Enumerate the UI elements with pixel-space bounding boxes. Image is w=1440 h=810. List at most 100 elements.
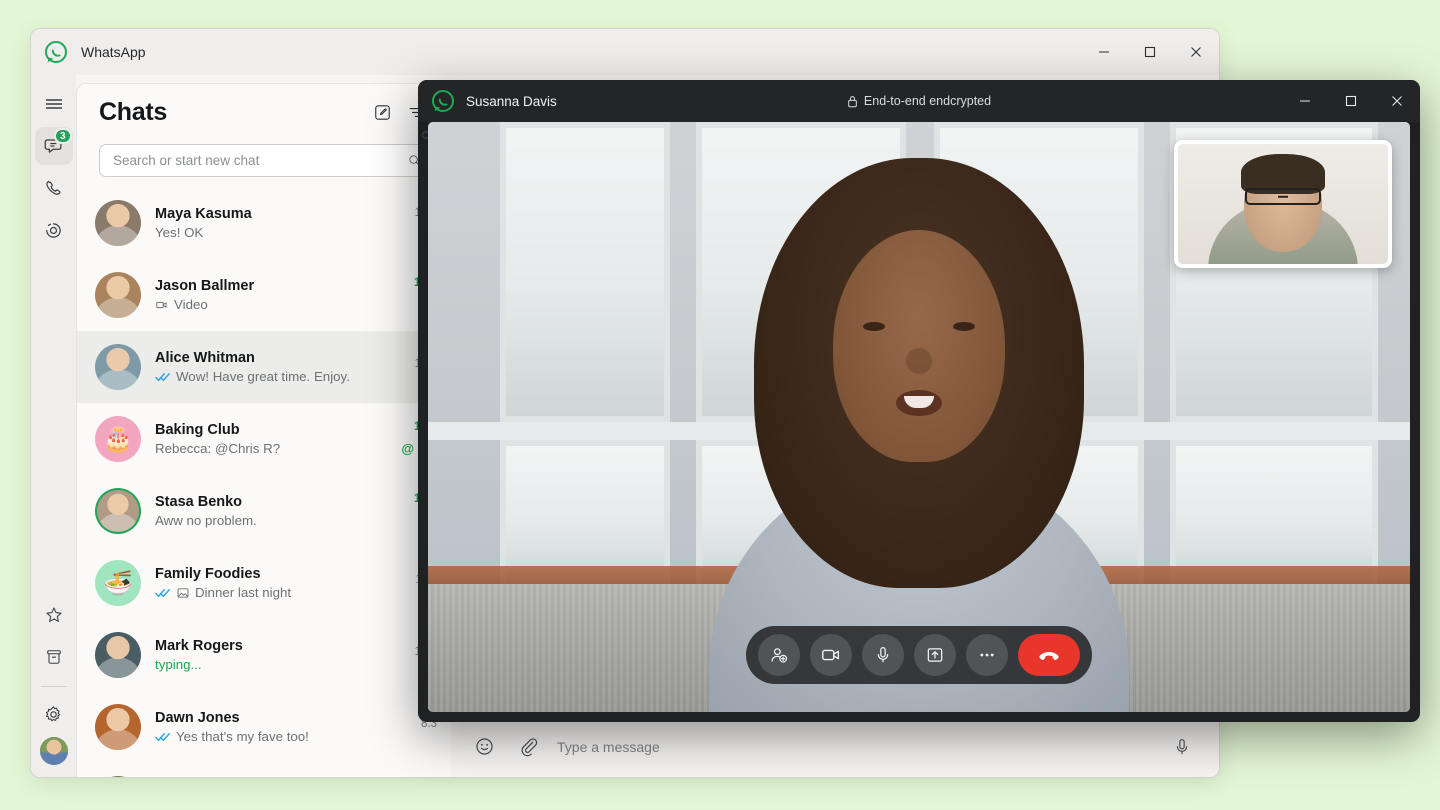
- sidebar-item-status[interactable]: [35, 211, 73, 249]
- chat-item-name: Family Foodies: [155, 566, 261, 582]
- call-contact-name: Susanna Davis: [466, 93, 557, 109]
- chat-item-text: Family Foodies Dinner last night: [155, 566, 389, 600]
- call-window-controls: [1282, 80, 1420, 122]
- chat-list-item[interactable]: Alice Whitman Wow! Have great time. Enjoy…: [77, 331, 451, 403]
- chat-item-name: Mark Rogers: [155, 638, 243, 654]
- self-video-preview[interactable]: [1174, 140, 1392, 268]
- close-icon[interactable]: [1173, 29, 1219, 75]
- chat-item-name: Dawn Jones: [155, 710, 240, 726]
- chat-item-preview: Rebecca: @Chris R?: [155, 441, 389, 456]
- starred-icon[interactable]: [35, 596, 73, 634]
- maximize-icon[interactable]: [1328, 80, 1374, 122]
- chat-list-item[interactable]: Ziggy Woodley9:43: [77, 763, 451, 777]
- chat-item-name: Baking Club: [155, 422, 240, 438]
- read-receipt-icon: [155, 371, 171, 383]
- chat-item-message: Yes! OK: [155, 225, 204, 240]
- chat-item-message: Rebecca: @Chris R?: [155, 441, 281, 456]
- chat-list-item[interactable]: Maya KasumaYes! OK14:5: [77, 187, 451, 259]
- chat-item-message: Wow! Have great time. Enjoy.: [176, 369, 350, 384]
- chat-list-item[interactable]: Stasa BenkoAww no problem.13:52: [77, 475, 451, 547]
- page-title: Chats: [99, 97, 167, 126]
- avatar[interactable]: [95, 200, 141, 246]
- nav-divider: [40, 686, 67, 687]
- chat-item-message: Dinner last night: [195, 585, 292, 600]
- window-controls: [1081, 29, 1219, 75]
- window-titlebar: WhatsApp: [31, 29, 1219, 75]
- chat-item-text: Jason Ballmer Video: [155, 278, 389, 312]
- video-camera-icon[interactable]: [810, 634, 852, 676]
- search-container: [77, 140, 451, 187]
- whatsapp-logo-icon: [432, 90, 454, 112]
- chats-header: Chats: [77, 84, 451, 140]
- new-chat-pencil-icon[interactable]: [365, 95, 399, 129]
- mention-icon: @: [401, 440, 414, 456]
- chat-item-name: Alice Whitman: [155, 350, 255, 366]
- ellipsis-icon[interactable]: [966, 634, 1008, 676]
- chat-item-text: Stasa Benko Aww no problem.: [155, 494, 389, 528]
- maximize-icon[interactable]: [1127, 29, 1173, 75]
- end-call-handset-icon[interactable]: [1018, 634, 1080, 676]
- search-box[interactable]: [99, 144, 433, 177]
- add-person-icon[interactable]: [758, 634, 800, 676]
- chat-item-text: Baking Club Rebecca: @Chris R?: [155, 422, 389, 456]
- avatar[interactable]: [95, 272, 141, 318]
- avatar[interactable]: 🎂: [95, 416, 141, 462]
- chat-list-item[interactable]: Dawn Jones Yes that's my fave too! 8:3: [77, 691, 451, 763]
- chat-item-message: Video: [174, 297, 208, 312]
- chat-item-preview: typing...: [155, 657, 389, 672]
- archive-box-icon[interactable]: [35, 638, 73, 676]
- call-titlebar: Susanna Davis End-to-end endcrypted: [418, 80, 1420, 122]
- chat-item-text: Mark Rogers typing...: [155, 638, 389, 672]
- remote-participant-face: [833, 230, 1005, 462]
- sidebar-item-chats[interactable]: 3: [34, 127, 73, 165]
- gear-icon[interactable]: [35, 695, 73, 733]
- minimize-icon[interactable]: [1282, 80, 1328, 122]
- hamburger-menu-icon[interactable]: [35, 85, 73, 123]
- sidebar-item-calls[interactable]: [35, 169, 73, 207]
- remote-video-stage: [428, 122, 1410, 712]
- chat-list-item[interactable]: Jason BallmerVideo15:25: [77, 259, 451, 331]
- avatar[interactable]: [95, 632, 141, 678]
- chat-item-preview: Video: [155, 297, 389, 312]
- avatar[interactable]: [97, 490, 139, 532]
- minimize-icon[interactable]: [1081, 29, 1127, 75]
- photo-icon: [176, 586, 190, 600]
- chat-item-preview: Aww no problem.: [155, 513, 389, 528]
- chat-item-preview: Dinner last night: [155, 585, 389, 600]
- chats-unread-badge: 3: [53, 128, 72, 144]
- left-nav-rail: 3: [31, 75, 76, 777]
- microphone-icon[interactable]: [862, 634, 904, 676]
- avatar[interactable]: [95, 704, 141, 750]
- avatar[interactable]: [95, 344, 141, 390]
- chat-item-preview: Yes! OK: [155, 225, 389, 240]
- chat-item-message: Yes that's my fave too!: [176, 729, 309, 744]
- glasses-icon: [1245, 188, 1321, 205]
- message-input[interactable]: [557, 738, 1153, 755]
- avatar[interactable]: 🍜: [95, 560, 141, 606]
- chat-list-panel: Chats Search or start new chat Maya Kasu…: [76, 83, 451, 777]
- chat-item-message: typing...: [155, 657, 202, 672]
- read-receipt-icon: [155, 587, 171, 599]
- message-composer: [451, 715, 1219, 777]
- read-receipt-icon: [155, 731, 171, 743]
- chat-list-item[interactable]: 🍜Family FoodiesDinner last night11:2: [77, 547, 451, 619]
- chat-item-name: Maya Kasuma: [155, 206, 252, 222]
- encryption-label: End-to-end endcrypted: [863, 94, 992, 108]
- chat-item-text: Maya Kasuma Yes! OK: [155, 206, 389, 240]
- window-pane: [500, 122, 670, 422]
- video-call-window: Susanna Davis End-to-end endcrypted: [418, 80, 1420, 722]
- microphone-icon[interactable]: [1167, 732, 1197, 762]
- avatar[interactable]: [95, 776, 141, 777]
- chat-item-message: Aww no problem.: [155, 513, 257, 528]
- whatsapp-logo-icon: [45, 41, 67, 63]
- paperclip-icon[interactable]: [513, 732, 543, 762]
- avatar[interactable]: [39, 737, 68, 765]
- chat-list-item[interactable]: 🎂Baking ClubRebecca: @Chris R?14:4@1: [77, 403, 451, 475]
- chat-list-item[interactable]: Mark Rogerstyping...10:5: [77, 619, 451, 691]
- chat-list[interactable]: Maya KasumaYes! OK14:5Jason BallmerVideo…: [77, 187, 451, 777]
- encryption-notice: End-to-end endcrypted: [418, 94, 1420, 108]
- close-icon[interactable]: [1374, 80, 1420, 122]
- share-screen-icon[interactable]: [914, 634, 956, 676]
- emoji-smiley-icon[interactable]: [469, 732, 499, 762]
- search-input[interactable]: [113, 153, 407, 168]
